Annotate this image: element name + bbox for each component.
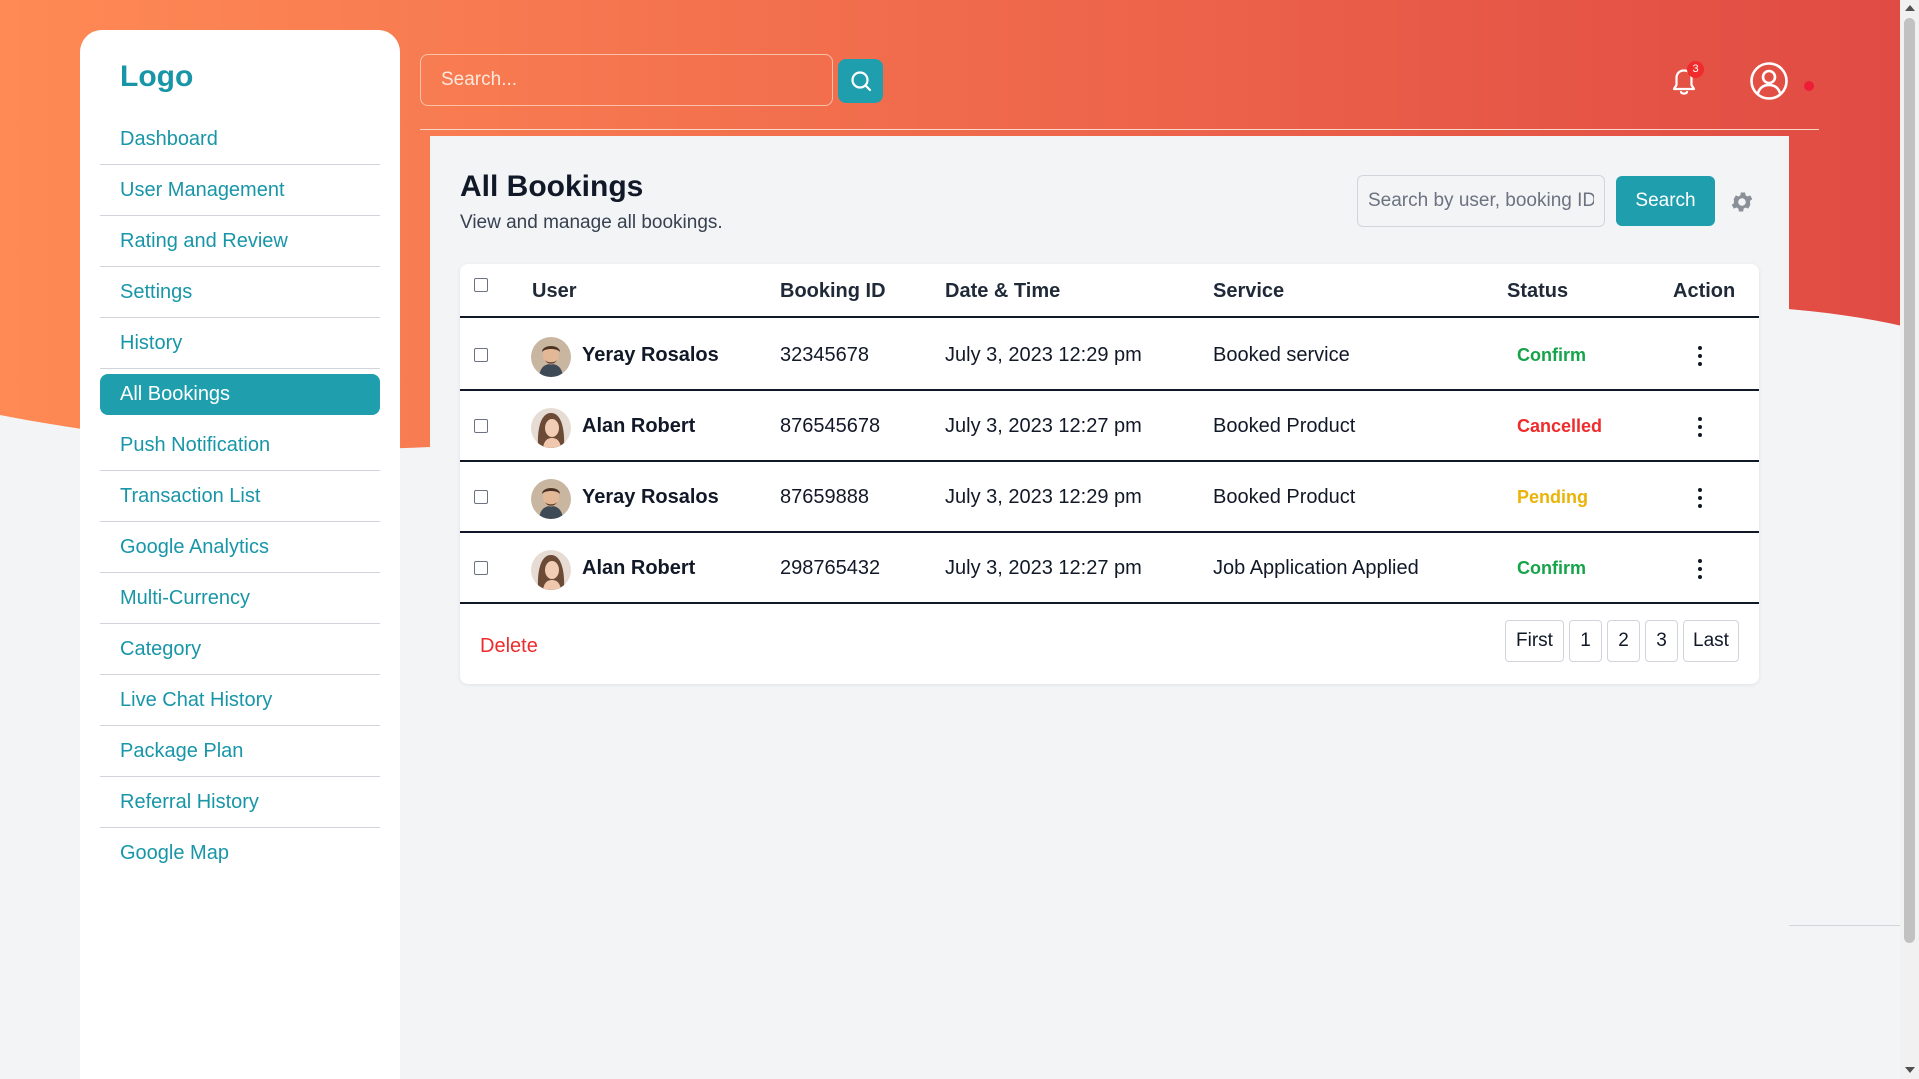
booking-search-input[interactable] [1357,175,1605,227]
sidebar: Logo Dashboard User Management Rating an… [80,30,400,1079]
booking-id: 87659888 [780,486,869,508]
user-name: Yeray Rosalos [582,486,719,508]
sidebar-item-settings[interactable]: Settings [100,267,380,318]
booking-datetime: July 3, 2023 12:29 pm [945,344,1142,366]
global-search-button[interactable] [838,59,883,103]
pagination-page-2[interactable]: 2 [1607,620,1640,662]
global-search-input[interactable] [420,54,833,106]
pagination-page-3[interactable]: 3 [1645,620,1678,662]
notification-count-badge: 3 [1687,61,1704,78]
scroll-down-arrow-icon[interactable] [1905,1067,1915,1073]
booking-datetime: July 3, 2023 12:29 pm [945,486,1142,508]
status-badge: Cancelled [1517,416,1603,436]
row-checkbox[interactable] [474,490,488,504]
sidebar-item-all-bookings[interactable]: All Bookings [100,374,380,415]
booking-id: 876545678 [780,415,881,437]
booking-id: 32345678 [780,344,869,366]
column-header-status: Status [1507,280,1569,302]
sidebar-item-google-analytics[interactable]: Google Analytics [100,522,380,573]
page-title: All Bookings [460,170,644,203]
sidebar-item-multi-currency[interactable]: Multi-Currency [100,573,380,624]
header-divider [420,129,1819,130]
online-status-dot [1804,81,1814,91]
scroll-up-arrow-icon[interactable] [1905,5,1915,11]
column-header-service: Service [1213,280,1285,302]
booking-id: 298765432 [780,557,881,579]
table-row[interactable]: Alan Robert 298765432 July 3, 2023 12:27… [460,533,1759,604]
sidebar-item-transaction-list[interactable]: Transaction List [100,471,380,522]
booking-service: Booked Product [1213,486,1356,508]
user-name: Yeray Rosalos [582,344,719,366]
booking-service: Booked Product [1213,415,1356,437]
sidebar-item-history[interactable]: History [100,318,380,369]
page-subtitle: View and manage all bookings. [460,212,723,233]
column-header-user: User [532,280,577,302]
status-badge: Confirm [1517,558,1586,578]
column-header-action: Action [1673,280,1736,302]
avatar [531,550,571,590]
logo[interactable]: Logo [100,52,380,102]
scrollbar-thumb[interactable] [1904,18,1915,943]
more-vertical-icon[interactable] [1690,558,1710,580]
booking-datetime: July 3, 2023 12:27 pm [945,415,1142,437]
column-header-booking-id: Booking ID [780,280,886,302]
more-vertical-icon[interactable] [1690,416,1710,438]
avatar [531,479,571,519]
user-name: Alan Robert [582,415,696,437]
bookings-table-card: User Booking ID Date & Time Service Stat… [460,264,1759,684]
row-checkbox[interactable] [474,419,488,433]
pagination-first[interactable]: First [1505,620,1564,662]
pagination-page-1[interactable]: 1 [1569,620,1602,662]
booking-search-button[interactable]: Search [1616,176,1715,226]
search-icon [850,71,871,92]
table-row[interactable]: Alan Robert 876545678 July 3, 2023 12:27… [460,391,1759,462]
avatar [531,337,571,377]
avatar [531,408,571,448]
more-vertical-icon[interactable] [1690,487,1710,509]
sidebar-item-live-chat-history[interactable]: Live Chat History [100,675,380,726]
sidebar-item-category[interactable]: Category [100,624,380,675]
sidebar-item-google-map[interactable]: Google Map [100,828,380,879]
row-checkbox[interactable] [474,348,488,362]
sidebar-nav: Dashboard User Management Rating and Rev… [100,114,380,879]
table-row[interactable]: Yeray Rosalos 32345678 July 3, 2023 12:2… [460,320,1759,391]
more-vertical-icon[interactable] [1690,345,1710,367]
sidebar-item-referral-history[interactable]: Referral History [100,777,380,828]
sidebar-item-package-plan[interactable]: Package Plan [100,726,380,777]
user-name: Alan Robert [582,557,696,579]
sidebar-item-rating-and-review[interactable]: Rating and Review [100,216,380,267]
divider [1789,925,1900,926]
pagination-last[interactable]: Last [1683,620,1739,662]
sidebar-item-push-notification[interactable]: Push Notification [100,420,380,471]
status-badge: Pending [1517,487,1588,507]
page-scrollbar[interactable] [1900,0,1919,1079]
table-header: User Booking ID Date & Time Service Stat… [460,264,1759,318]
delete-button[interactable]: Delete [480,635,538,658]
sidebar-item-user-management[interactable]: User Management [100,165,380,216]
table-row[interactable]: Yeray Rosalos 87659888 July 3, 2023 12:2… [460,462,1759,533]
column-header-date-time: Date & Time [945,280,1061,302]
row-checkbox[interactable] [474,561,488,575]
user-circle-icon[interactable] [1749,61,1789,101]
booking-datetime: July 3, 2023 12:27 pm [945,557,1142,579]
status-badge: Confirm [1517,345,1586,365]
booking-service: Job Application Applied [1213,557,1419,579]
main-content: All Bookings View and manage all booking… [430,136,1789,1079]
gear-icon[interactable] [1729,189,1755,215]
select-all-checkbox[interactable] [474,278,488,292]
booking-service: Booked service [1213,344,1350,366]
sidebar-item-dashboard[interactable]: Dashboard [100,114,380,165]
